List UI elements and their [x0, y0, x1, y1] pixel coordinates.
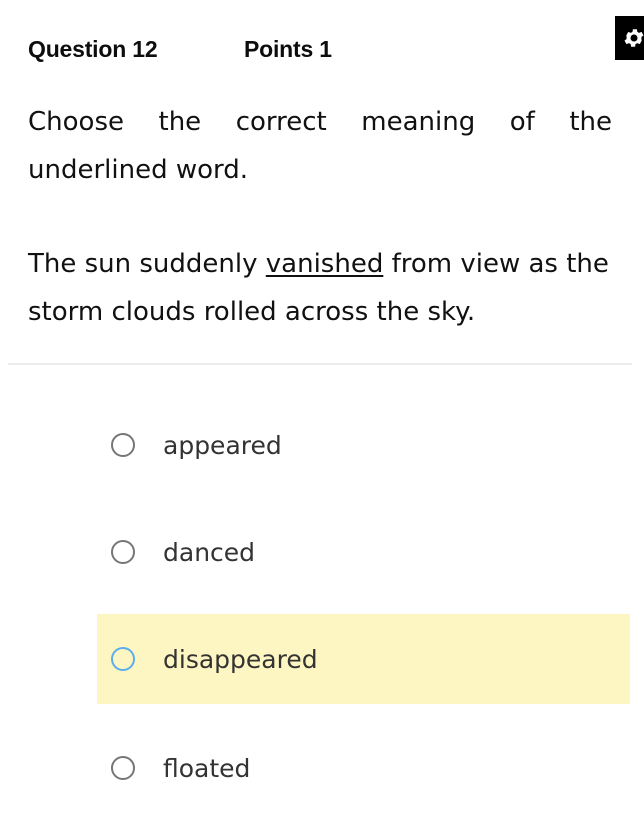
option-label: disappeared [163, 644, 318, 674]
radio-button[interactable] [111, 433, 135, 457]
sentence-before: The sun suddenly [28, 249, 266, 279]
gear-icon [622, 26, 644, 50]
answer-option-danced[interactable]: danced [97, 507, 630, 597]
option-label: floated [163, 753, 251, 783]
divider [8, 363, 632, 365]
settings-button[interactable] [615, 16, 644, 60]
question-prompt: Choose the correct meaning of the underl… [28, 107, 612, 185]
answer-option-disappeared[interactable]: disappeared [97, 614, 630, 704]
radio-button[interactable] [111, 647, 135, 671]
answer-option-floated[interactable]: floated [97, 723, 630, 813]
option-label: danced [163, 537, 256, 567]
underlined-word: vanished [265, 249, 384, 279]
radio-button[interactable] [111, 540, 135, 564]
answer-option-appeared[interactable]: appeared [97, 400, 630, 490]
question-header: Question 12 Points 1 [28, 34, 332, 64]
radio-button[interactable] [111, 756, 135, 780]
option-label: appeared [163, 430, 282, 460]
question-number: Question 12 [28, 35, 158, 62]
question-sentence: The sun suddenly vanished from view as t… [28, 240, 618, 336]
question-points: Points 1 [244, 35, 332, 62]
